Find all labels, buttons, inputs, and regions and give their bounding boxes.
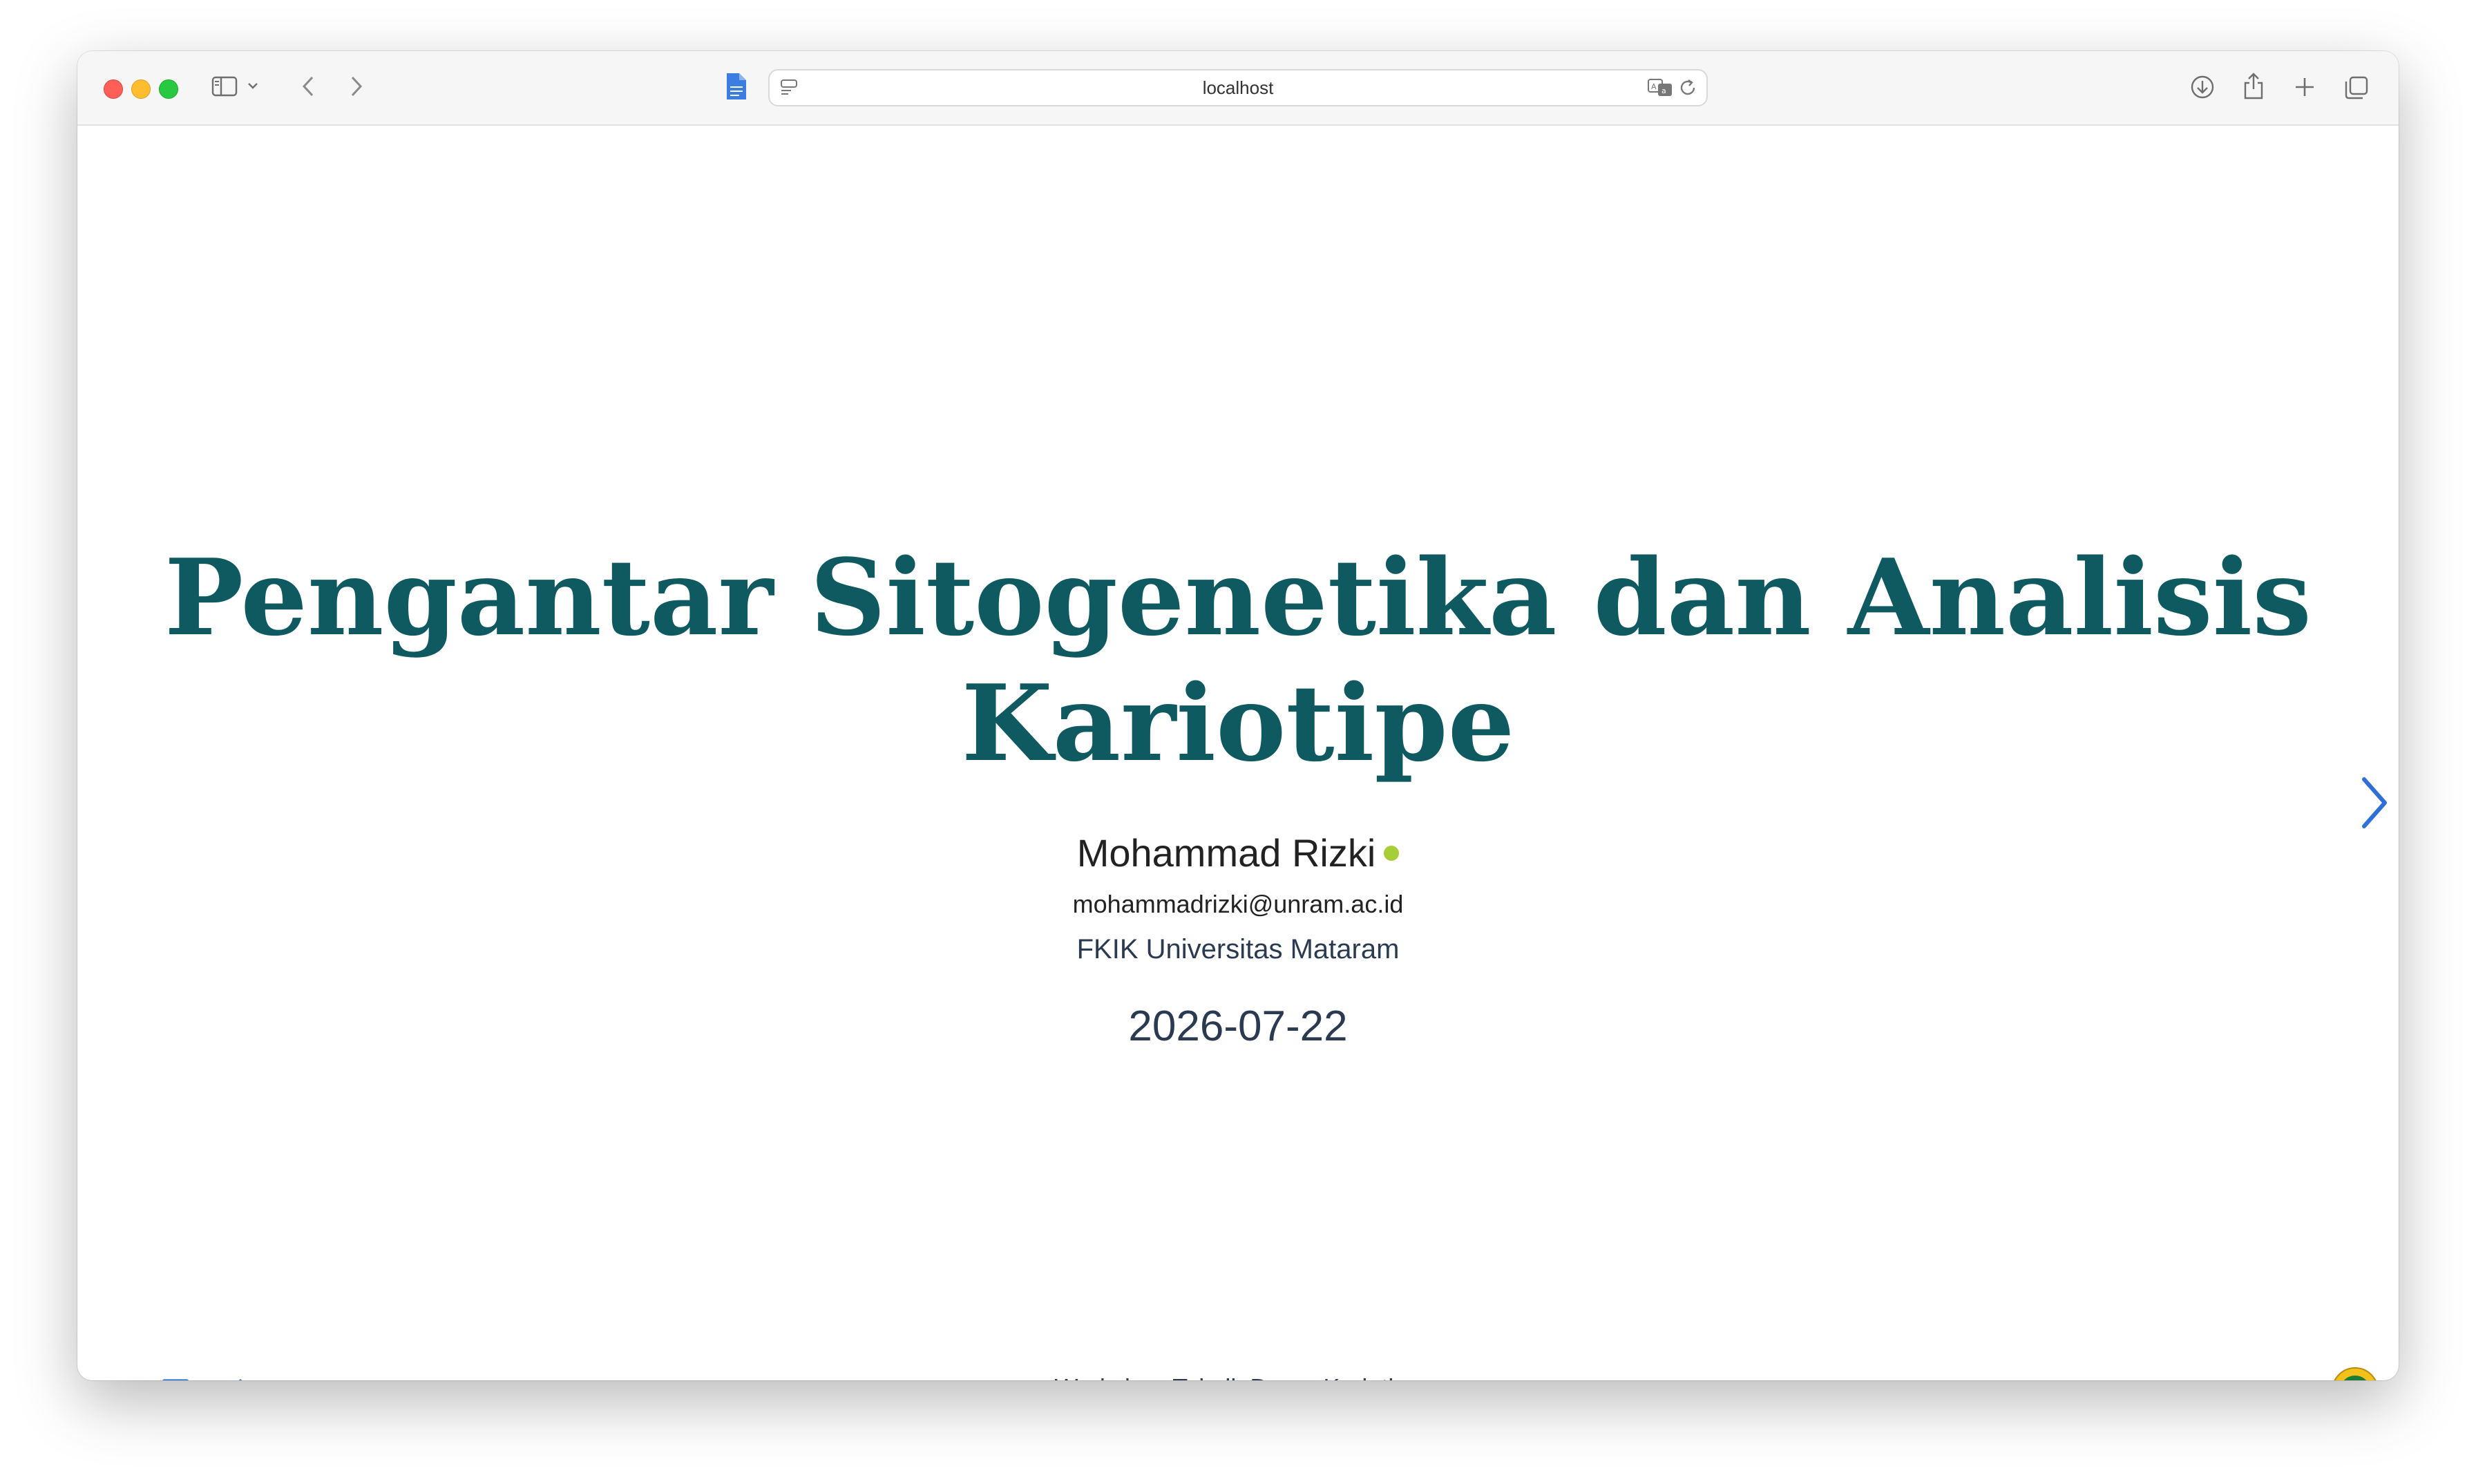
tab-overview-icon[interactable] xyxy=(2343,75,2370,101)
slide-date: 2026-07-22 xyxy=(1128,1002,1348,1050)
author-affiliation: FKIK Universitas Mataram xyxy=(1076,934,1400,964)
author-block: Mohammad Rizki xyxy=(77,830,2399,875)
chevron-left-icon[interactable] xyxy=(301,75,316,98)
document-icon xyxy=(724,72,747,104)
slide: Pengantar Sitogenetika dan Analisis Kari… xyxy=(77,126,2399,1380)
slide-footer: Workshop Teknik Dasar Kariotipe xyxy=(77,1373,2399,1380)
orcid-icon[interactable] xyxy=(1384,846,1400,862)
next-slide-arrow[interactable] xyxy=(2357,775,2390,834)
svg-text:A: A xyxy=(1651,82,1657,91)
sidebar-icon[interactable] xyxy=(211,76,238,97)
browser-window: localhost A a Pengantar Sitogenetika dan… xyxy=(77,51,2399,1380)
chevron-right-icon[interactable] xyxy=(348,75,363,98)
share-icon[interactable] xyxy=(2241,70,2266,101)
plus-icon[interactable] xyxy=(2292,75,2317,99)
svg-text:a: a xyxy=(1661,86,1666,95)
browser-toolbar: localhost A a xyxy=(77,51,2399,126)
reload-icon[interactable] xyxy=(1677,77,1698,98)
translate-icon[interactable]: A a xyxy=(1647,77,1675,98)
download-icon[interactable] xyxy=(2189,73,2216,101)
chevron-down-icon[interactable] xyxy=(247,82,258,90)
author-email: mohammadrizki@unram.ac.id xyxy=(1072,890,1404,918)
university-logo xyxy=(2331,1367,2379,1380)
url-text: localhost xyxy=(1202,77,1274,98)
minimize-window-button[interactable] xyxy=(131,79,151,99)
slide-title: Pengantar Sitogenetika dan Analisis Kari… xyxy=(164,535,2312,785)
zoom-window-button[interactable] xyxy=(159,79,178,99)
address-bar[interactable]: localhost A a xyxy=(768,69,1708,106)
desktop: localhost A a Pengantar Sitogenetika dan… xyxy=(0,0,2476,1484)
author-name: Mohammad Rizki xyxy=(1076,831,1376,875)
close-window-button[interactable] xyxy=(104,79,123,99)
